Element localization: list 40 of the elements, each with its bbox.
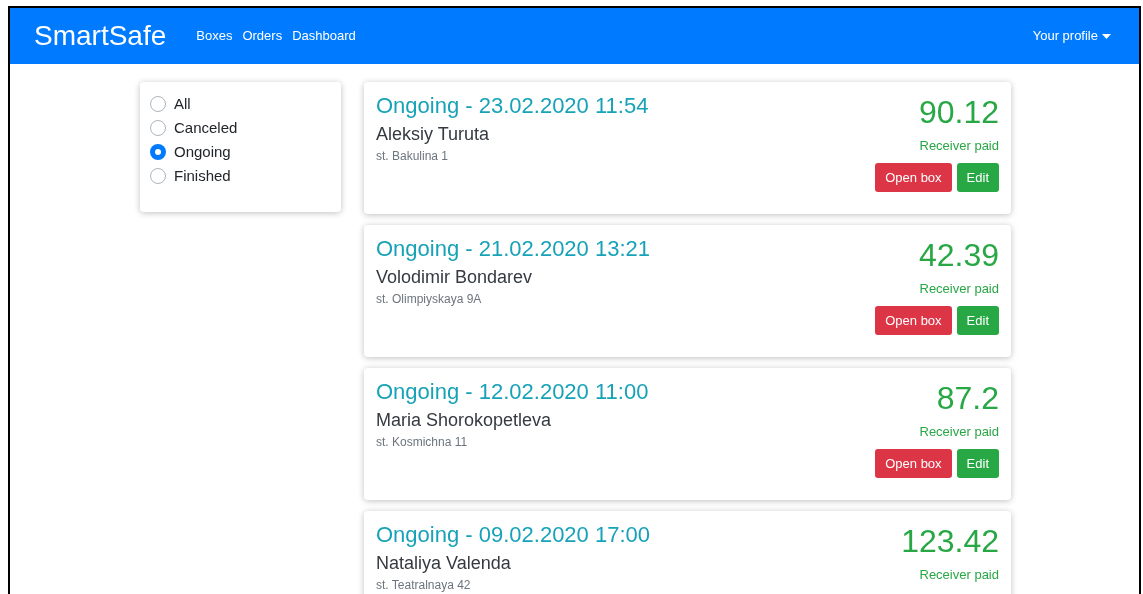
customer-name: Aleksiy Turuta [376, 123, 491, 145]
radio-label: Ongoing [174, 143, 231, 161]
action-button[interactable]: Edit [956, 306, 999, 335]
nav-link[interactable]: Orders [242, 26, 283, 46]
payment-status: Receiver paid [919, 138, 999, 154]
payment-status: Receiver paid [919, 424, 999, 440]
radio-button[interactable] [150, 120, 166, 136]
radio-button[interactable] [150, 96, 166, 112]
action-button[interactable]: Edit [956, 449, 999, 478]
customer-name: Nataliya Valenda [376, 552, 512, 574]
action-button[interactable]: Open box [875, 306, 952, 335]
action-button[interactable]: Open box [875, 163, 952, 192]
order-title: Ongoing - 21.02.2020 13:21 [376, 237, 650, 261]
address-text: st. Bakulina 1 [376, 149, 450, 163]
order-title: Ongoing - 09.02.2020 17:00 [376, 523, 650, 547]
customer-name: Volodimir Bondarev [376, 266, 534, 288]
radio-button[interactable] [150, 144, 166, 160]
order-amount: 87.2 [936, 380, 999, 416]
address-text: st. Kosmichna 11 [376, 435, 469, 449]
payment-status: Receiver paid [919, 281, 999, 297]
radio-label: All [174, 95, 191, 113]
address-text: st. Teatralnaya 42 [376, 578, 472, 592]
caret-icon [1102, 33, 1111, 39]
radio-button[interactable] [150, 168, 166, 184]
order-amount: 123.42 [901, 523, 999, 559]
radio-label: Canceled [174, 119, 238, 137]
order-title: Ongoing - 23.02.2020 11:54 [376, 94, 649, 118]
action-button[interactable]: Open box [875, 449, 952, 478]
brand-logo[interactable]: SmartSafe [34, 22, 167, 50]
nav-link[interactable]: Boxes [196, 26, 233, 46]
address-text: st. Olimpiyskaya 9A [376, 292, 483, 306]
nav-link[interactable]: Dashboard [292, 26, 356, 46]
order-amount: 90.12 [918, 94, 999, 130]
profile-dropdown[interactable]: Your profile [1032, 26, 1111, 46]
action-button[interactable]: Edit [956, 163, 999, 192]
radio-label: Finished [174, 167, 231, 185]
customer-name: Maria Shorokopetleva [376, 409, 553, 431]
order-amount: 42.39 [918, 237, 999, 273]
order-title: Ongoing - 12.02.2020 11:00 [376, 380, 649, 404]
payment-status: Receiver paid [919, 567, 999, 583]
